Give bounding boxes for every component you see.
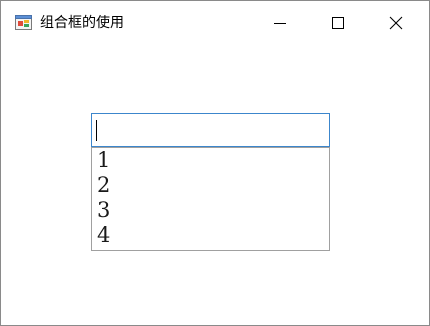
list-item[interactable]: 4 [92, 223, 329, 248]
list-item[interactable]: 3 [92, 198, 329, 223]
combo-box-input[interactable] [91, 113, 330, 147]
minimize-icon [274, 23, 286, 24]
minimize-button[interactable] [251, 1, 309, 45]
app-window: 组合框的使用 1 2 3 4 [0, 0, 430, 326]
app-icon [15, 14, 33, 32]
close-icon [389, 16, 403, 30]
maximize-button[interactable] [309, 1, 367, 45]
text-caret [96, 120, 97, 141]
title-bar[interactable]: 组合框的使用 [1, 1, 429, 45]
window-title: 组合框的使用 [40, 15, 124, 31]
close-button[interactable] [367, 1, 425, 45]
list-item[interactable]: 1 [92, 148, 329, 173]
list-item[interactable]: 2 [92, 173, 329, 198]
maximize-icon [332, 17, 344, 29]
combo-box-list[interactable]: 1 2 3 4 [91, 147, 330, 251]
